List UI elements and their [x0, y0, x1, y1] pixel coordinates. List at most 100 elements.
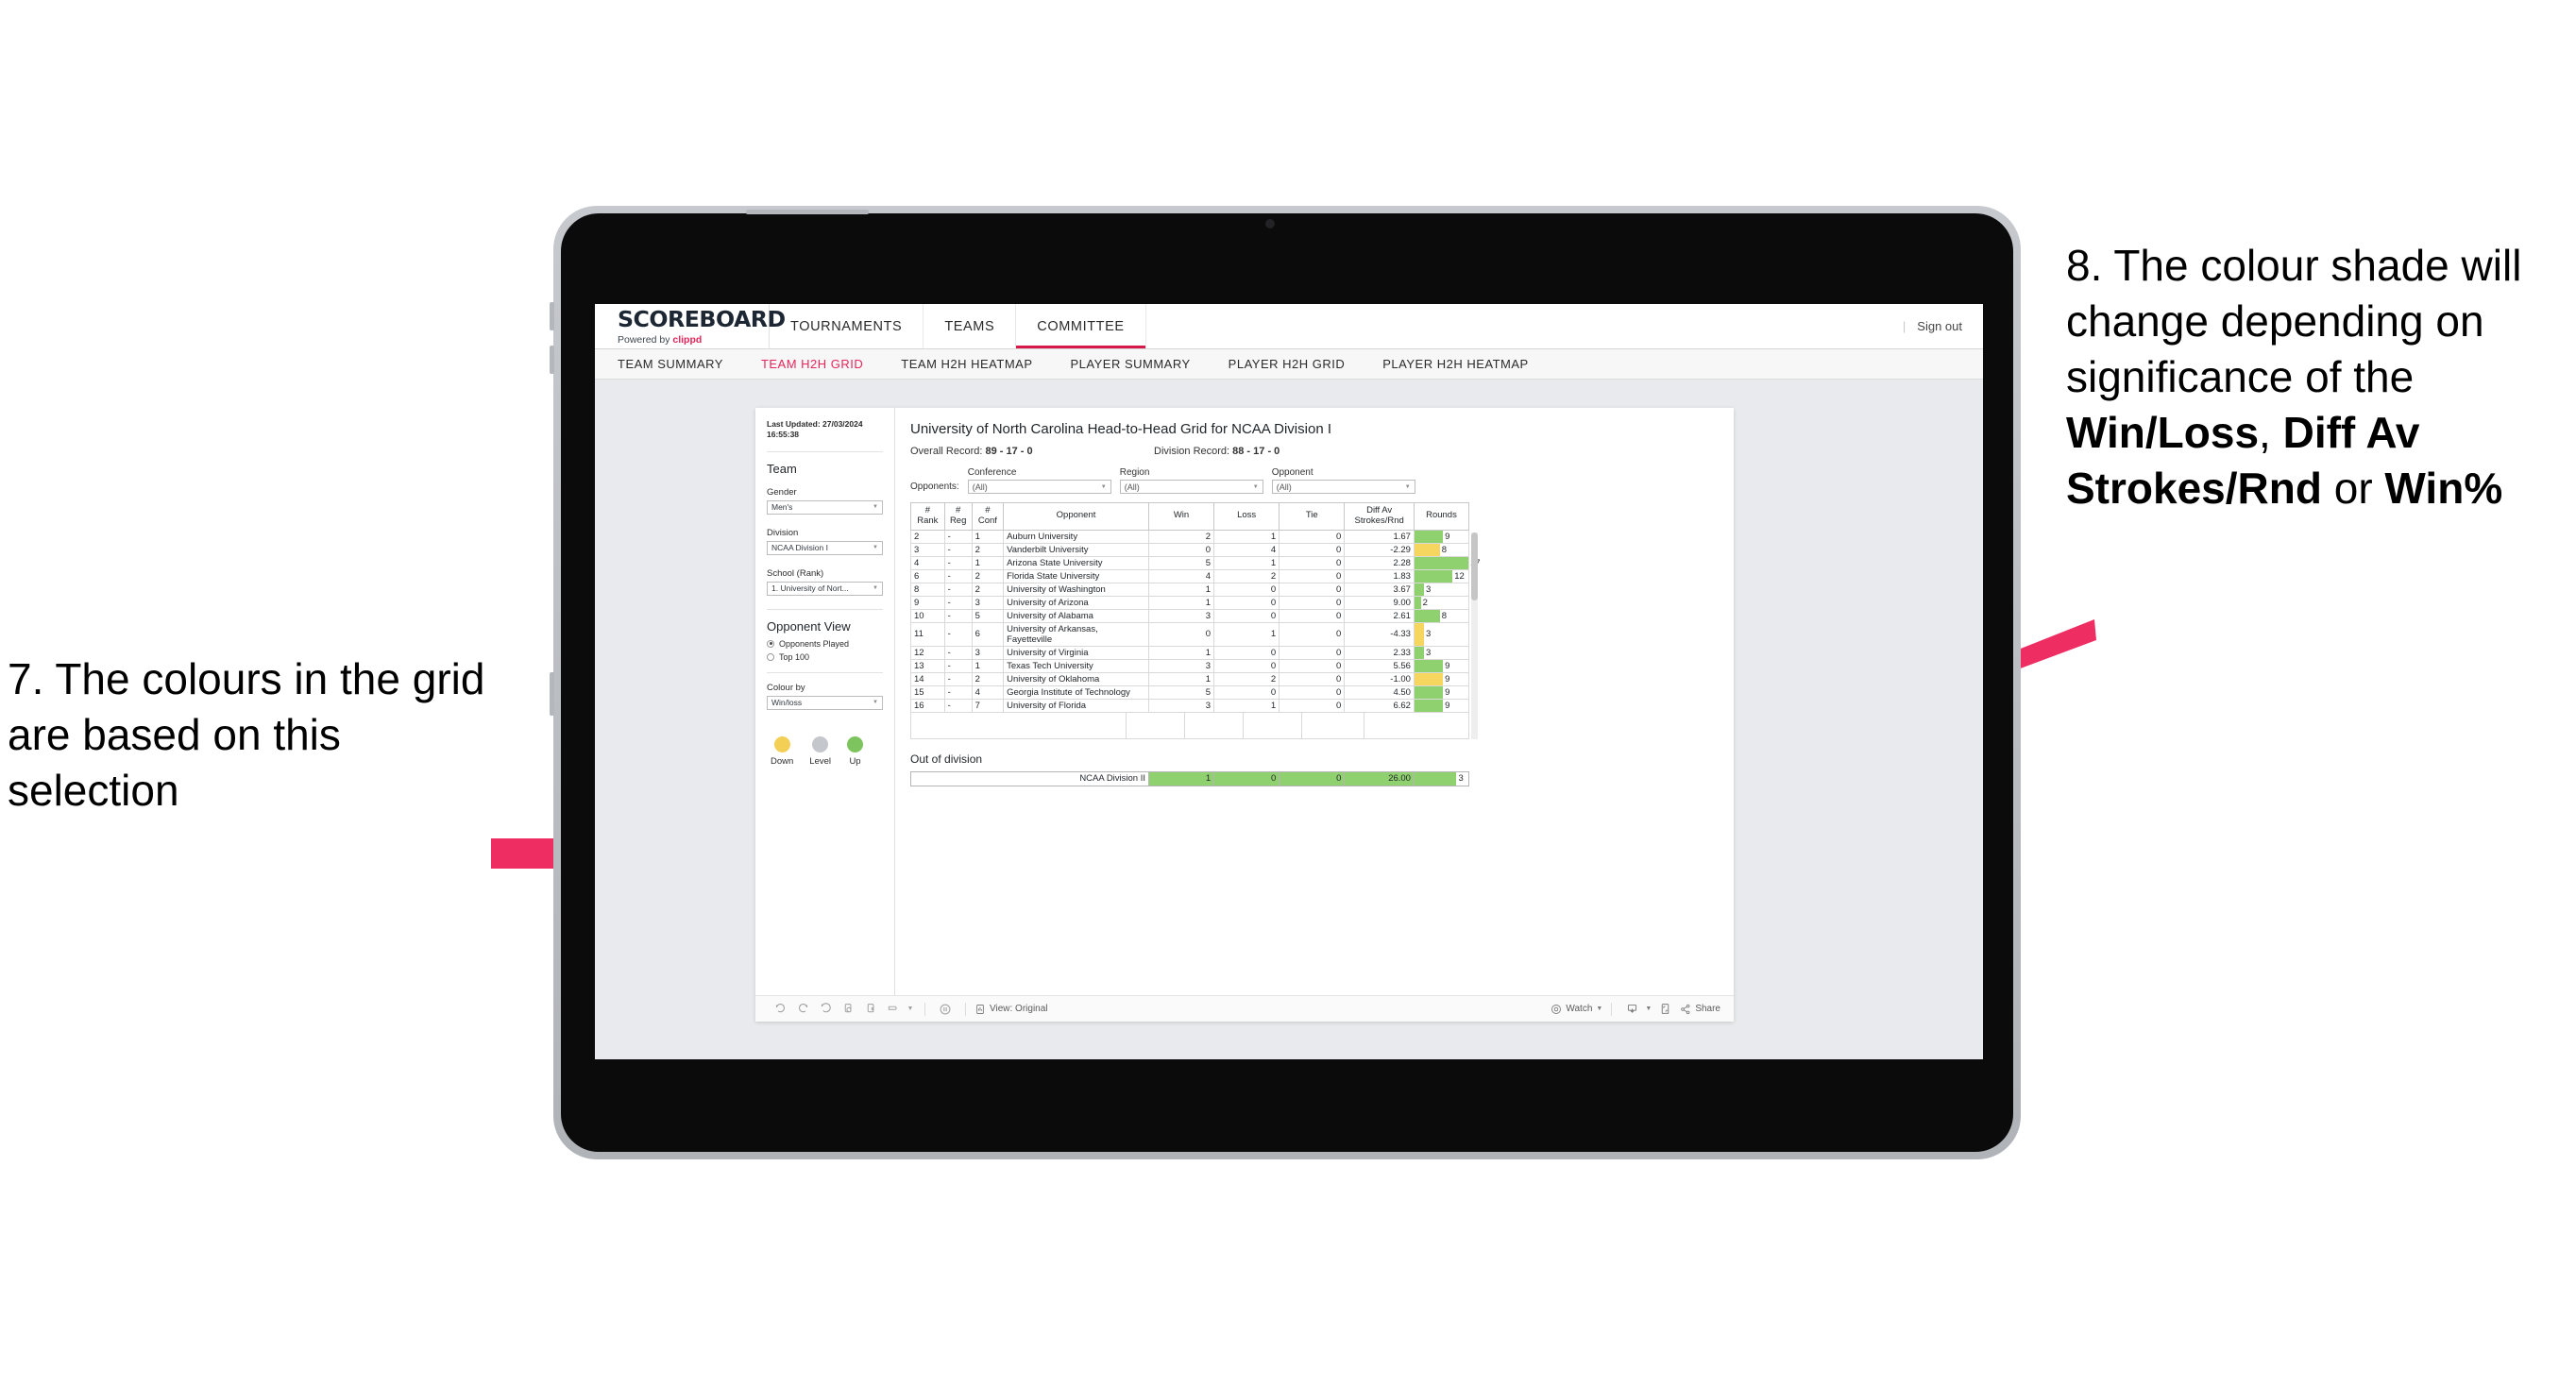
cell-conf: 7 [971, 698, 1005, 713]
cell-conf: 4 [971, 685, 1005, 700]
rounds-value: 2 [1422, 597, 1428, 608]
nav-tab-tournaments[interactable]: TOURNAMENTS [770, 304, 924, 348]
col-header-conf-l1: # [985, 505, 991, 516]
undo-icon[interactable] [769, 998, 791, 1021]
cell-loss: 0 [1213, 658, 1280, 673]
cell-rank: 15 [910, 685, 945, 700]
cell-rounds: 9 [1413, 529, 1470, 544]
fullscreen-icon[interactable] [1653, 998, 1676, 1021]
col-header-reg: # Reg [943, 502, 973, 531]
download-icon[interactable] [1620, 998, 1643, 1021]
table-row[interactable]: 6-2 Florida State University 4 2 0 1.83 12 [910, 568, 1470, 583]
cell-conf: 1 [971, 529, 1005, 544]
view-original-button[interactable]: View: Original [974, 1004, 1048, 1015]
brand-logo: SCOREBOARD Powered by clippd [595, 304, 786, 348]
revert-icon[interactable] [814, 998, 837, 1021]
conference-filter-select[interactable]: (All) ▼ [967, 480, 1111, 494]
cell-rounds: 9 [1413, 658, 1470, 673]
watch-button[interactable]: Watch ▼ [1551, 1004, 1602, 1015]
cell-rank: 2 [910, 529, 945, 544]
rounds-bar [1414, 596, 1421, 609]
table-row[interactable]: 3-2 Vanderbilt University 0 4 0 -2.29 8 [910, 542, 1470, 557]
rounds-bar [1414, 543, 1440, 556]
cell-opponent: University of Alabama [1003, 608, 1149, 623]
overall-record-label: Overall Record: [910, 446, 986, 457]
pause-auto-update-icon[interactable] [934, 998, 957, 1021]
cell-reg: - [943, 582, 973, 597]
primary-nav-tabs: TOURNAMENTS TEAMS COMMITTEE [770, 304, 1146, 348]
fit-view-icon[interactable] [882, 998, 905, 1021]
gender-select[interactable]: Men's ▼ [767, 499, 883, 515]
table-row[interactable]: 4-1Arizona State University5102.2817 [910, 555, 1481, 570]
legend-item-up: Up [847, 735, 864, 767]
out-of-division-row[interactable]: NCAA Division II 1 0 0 26.00 3 [910, 770, 1470, 786]
top-right-actions: | Sign out [1903, 304, 1983, 348]
grid-table-head: # Rank # Reg # Conf Opponent Win Loss Tie D… [910, 502, 1470, 531]
table-row[interactable]: 15-4 Georgia Institute of Technology 5 0 0 4.… [910, 685, 1470, 700]
radio-top-100[interactable]: Top 100 [767, 652, 883, 662]
cell-rank: 16 [910, 698, 945, 713]
nav-tab-teams[interactable]: TEAMS [924, 304, 1017, 348]
region-filter-select[interactable]: (All) ▼ [1119, 480, 1263, 494]
table-row[interactable]: 2-1 Auburn University 2 1 0 1.67 9 [910, 529, 1470, 544]
refresh-data-icon[interactable] [837, 998, 859, 1021]
cell-tie: 0 [1279, 608, 1346, 623]
table-row[interactable]: 11-6 University of Arkansas, Fayetteville… [910, 621, 1470, 647]
school-rank-select[interactable]: 1. University of Nort... ▼ [767, 581, 883, 596]
cell-rank: 12 [910, 645, 945, 660]
chevron-down-icon: ▼ [873, 545, 878, 551]
table-row[interactable]: 10-5 University of Alabama 3 0 0 2.61 8 [910, 608, 1470, 623]
col-header-rank-l2: Rank [917, 515, 939, 526]
table-row[interactable]: 13-1 Texas Tech University 3 0 0 5.56 9 [910, 658, 1470, 673]
watch-icon [1551, 1004, 1562, 1014]
subtab-team-h2h-heatmap[interactable]: TEAM H2H HEATMAP [901, 357, 1032, 371]
nav-tab-committee[interactable]: COMMITTEE [1016, 304, 1146, 348]
grid-header-row: # Rank # Reg # Conf Opponent Win Loss Tie D… [910, 502, 1470, 531]
cell-rounds: 9 [1413, 671, 1470, 686]
download-dropdown-icon[interactable]: ▼ [1643, 998, 1653, 1021]
sign-out-link[interactable]: Sign out [1917, 319, 1962, 333]
division-select[interactable]: NCAA Division I ▼ [767, 540, 883, 555]
filter-side-panel: Last Updated: 27/03/2024 16:55:38 Team G… [755, 408, 895, 995]
subtab-player-summary[interactable]: PLAYER SUMMARY [1071, 357, 1191, 371]
subtab-team-h2h-grid[interactable]: TEAM H2H GRID [761, 357, 863, 371]
subtab-player-h2h-grid[interactable]: PLAYER H2H GRID [1229, 357, 1346, 371]
redo-icon[interactable] [791, 998, 814, 1021]
cell-conf: 2 [971, 582, 1005, 597]
pause-updates-icon[interactable] [859, 998, 882, 1021]
table-row[interactable]: 9-3 University of Arizona 1 0 0 9.00 2 [910, 595, 1470, 610]
legend-item-level: Level [809, 735, 831, 767]
cell-opponent: University of Florida [1003, 698, 1149, 713]
school-rank-label: School (Rank) [767, 567, 824, 579]
division-record: Division Record: 88 - 17 - 0 [1154, 446, 1280, 457]
colour-by-select[interactable]: Win/loss ▼ [767, 695, 883, 710]
cell-rank: 3 [910, 542, 945, 557]
radio-opponents-played[interactable]: Opponents Played [767, 639, 883, 649]
opponent-filter-select[interactable]: (All) ▼ [1271, 480, 1415, 494]
col-header-reg-l2: Reg [949, 515, 967, 526]
table-row[interactable]: 8-2 University of Washington 1 0 0 3.67 3 [910, 582, 1470, 597]
division-record-label: Division Record: [1154, 446, 1233, 457]
cell-rank: 9 [910, 595, 945, 610]
col-header-win: Win [1147, 502, 1215, 531]
table-row[interactable]: 12-3 University of Virginia 1 0 0 2.33 3 [910, 645, 1470, 660]
table-row[interactable]: 14-2 University of Oklahoma 1 2 0 -1.00 9 [910, 671, 1470, 686]
cell-reg: - [943, 595, 973, 610]
fit-view-dropdown-icon[interactable]: ▼ [905, 998, 916, 1021]
grid-scrollbar-thumb[interactable] [1471, 532, 1478, 600]
cell-reg: - [943, 568, 973, 583]
table-row[interactable]: 16-7 University of Florida 3 1 0 6.62 9 [910, 698, 1470, 713]
share-button[interactable]: Share [1680, 1004, 1720, 1015]
cell-diff-av-strokes: 1.67 [1344, 529, 1415, 544]
rounds-value: 9 [1445, 686, 1450, 698]
cell-reg: - [943, 608, 973, 623]
h2h-grid-table: # Rank # Reg # Conf Opponent Win Loss Tie D… [910, 502, 1481, 713]
cell-diff-av-strokes: 2.61 [1344, 608, 1415, 623]
region-filter-value: (All) [1124, 482, 1140, 492]
empty-band-cell [1244, 712, 1302, 738]
cell-win: 1 [1147, 645, 1215, 660]
subtab-player-h2h-heatmap[interactable]: PLAYER H2H HEATMAP [1382, 357, 1528, 371]
subtab-team-summary[interactable]: TEAM SUMMARY [618, 357, 723, 371]
tablet-camera [1265, 219, 1275, 228]
dashboard-canvas: Last Updated: 27/03/2024 16:55:38 Team G… [595, 380, 1983, 1059]
